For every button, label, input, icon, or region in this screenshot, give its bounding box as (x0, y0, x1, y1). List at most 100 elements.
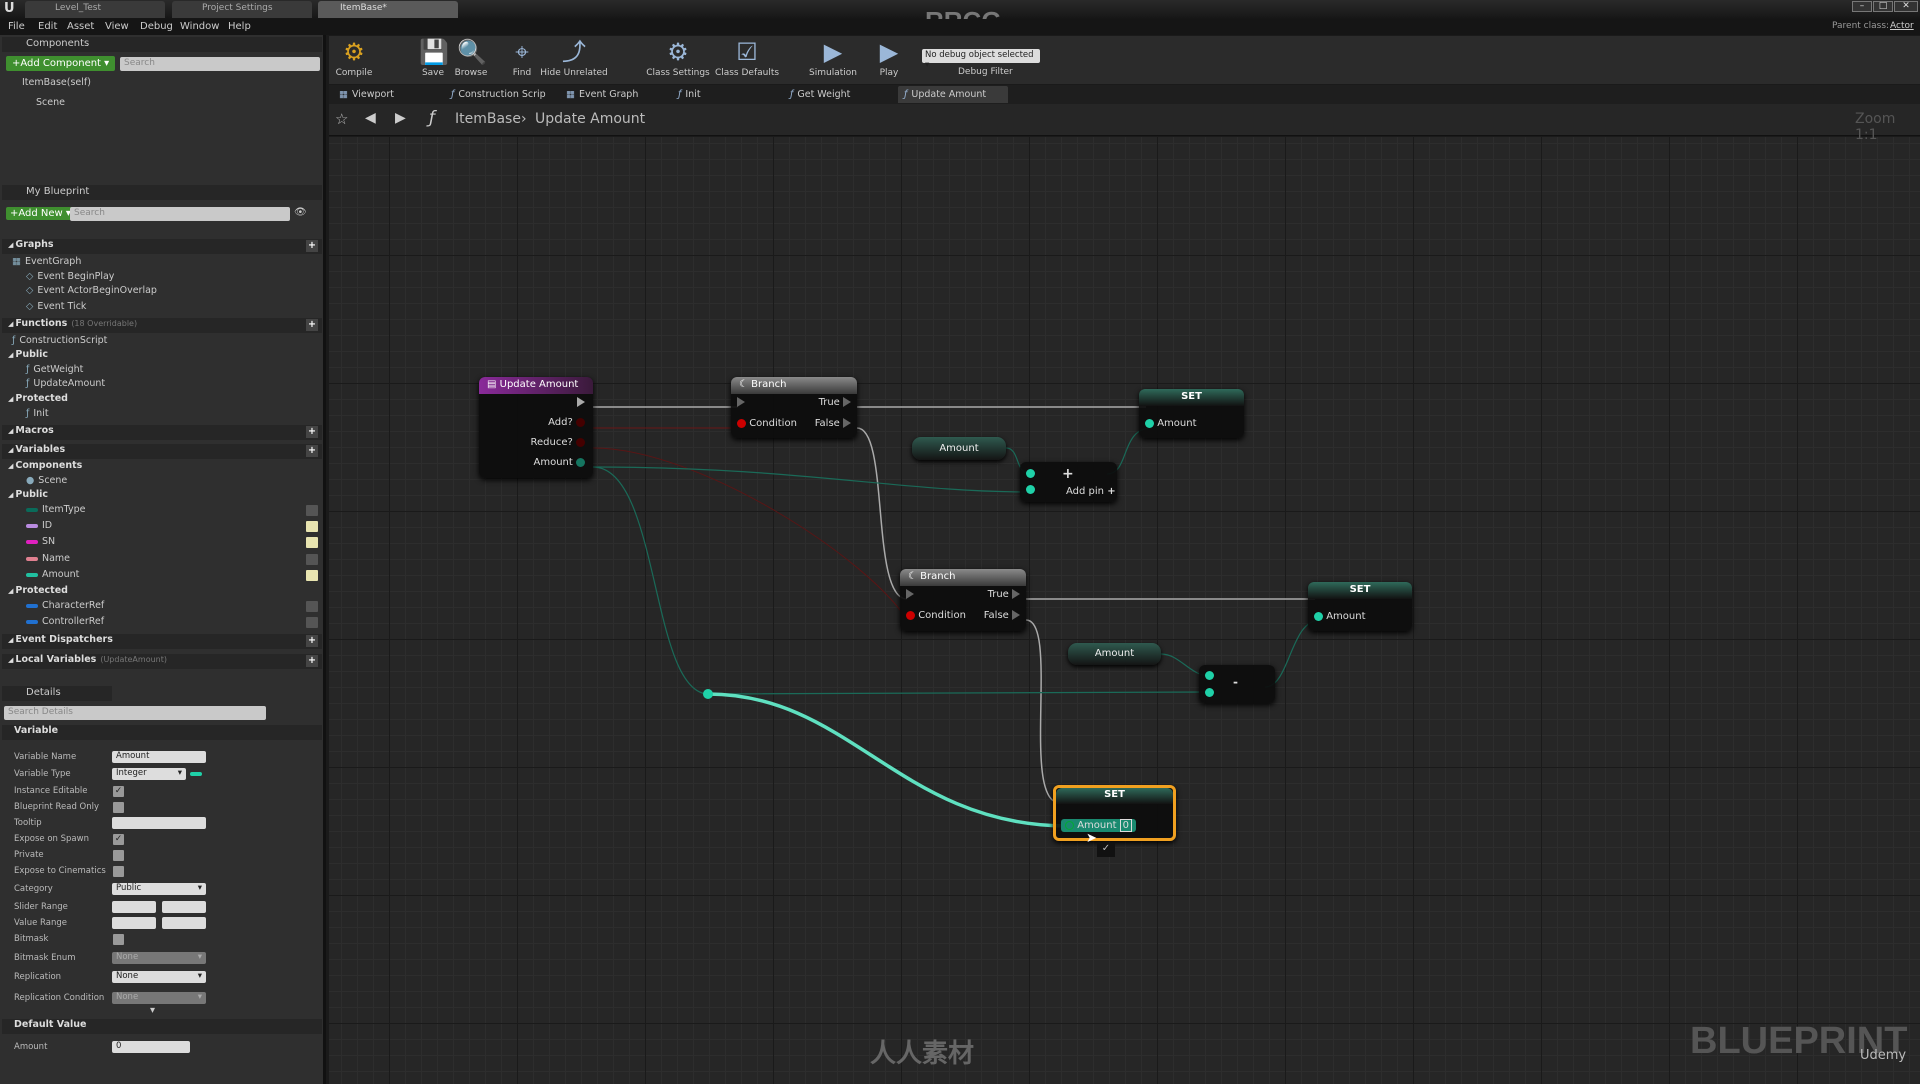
set-node-2[interactable]: SET Amount (1308, 582, 1412, 631)
collapse-arrow-icon[interactable]: ◢ (8, 587, 13, 595)
component-itembase-self[interactable]: ItemBase(self) (2, 77, 322, 92)
minimize-button[interactable]: – (1852, 1, 1872, 12)
visibility-eye-icon[interactable] (306, 617, 318, 628)
add-local-variables-plus-icon[interactable]: + (306, 655, 318, 667)
collapse-arrow-icon[interactable]: ◢ (8, 656, 13, 664)
graph-canvas[interactable]: ▤ Update Amount Add? Reduce? Amount ☾ Br… (329, 137, 1920, 1084)
collapse-arrow-icon[interactable]: ◢ (8, 636, 13, 644)
branch-node-2[interactable]: ☾ Branch True Condition False (900, 569, 1026, 631)
false-pin[interactable]: False (984, 610, 1020, 621)
my-blueprint-search-input[interactable]: Search (70, 207, 290, 221)
instance-editable-checkbox[interactable]: ✓ (113, 786, 124, 797)
replication-select[interactable]: None ▾ (112, 971, 206, 983)
private-checkbox[interactable] (113, 850, 124, 861)
section-local-variables[interactable]: ◢ Local Variables (UpdateAmount) + (2, 654, 322, 669)
graph-tab-init[interactable]: ƒ Init (672, 86, 707, 103)
close-button[interactable]: ✕ (1894, 1, 1918, 12)
collapse-arrow-icon[interactable]: ◢ (8, 241, 13, 249)
graph-tab-event-graph[interactable]: ▦ Event Graph (560, 86, 644, 103)
details-search-input[interactable]: Search Details (4, 706, 266, 720)
add-macros-plus-icon[interactable]: + (306, 426, 318, 438)
menu-view[interactable]: View (105, 21, 129, 32)
components-search-input[interactable]: Search (120, 57, 320, 71)
add-graphs-plus-icon[interactable]: + (306, 240, 318, 252)
bitmask-enum-select[interactable]: None ▾ (112, 952, 206, 964)
hide-unrelated-button[interactable]: ⤴ Hide Unrelated (540, 38, 608, 78)
collapse-arrow-icon[interactable]: ◢ (8, 320, 13, 328)
amount-input-pin[interactable]: Amount 0 (1061, 819, 1137, 832)
tree-item-event-beginplay[interactable]: ◇ Event BeginPlay (2, 271, 322, 286)
value-range-min-input[interactable] (112, 917, 156, 929)
add-new-button[interactable]: +Add New ▾ (6, 207, 75, 220)
compile-button[interactable]: ⚙ Compile (332, 38, 376, 78)
default-amount-input[interactable]: 0 (112, 1041, 190, 1053)
visibility-eye-icon[interactable] (306, 505, 318, 516)
true-pin[interactable]: True (988, 589, 1020, 600)
exec-in-pin[interactable] (906, 589, 914, 600)
tree-item-init[interactable]: ƒ Init (2, 408, 322, 423)
section-functions[interactable]: ◢ Functions (18 Overridable) + (2, 318, 322, 333)
details-section-variable[interactable]: Variable (2, 725, 322, 740)
condition-pin[interactable]: Condition (737, 418, 797, 429)
section-event-dispatchers[interactable]: ◢ Event Dispatchers + (2, 634, 322, 649)
variable-type-select[interactable]: Integer ▾ (112, 768, 186, 780)
expose-to-cinematics-checkbox[interactable] (113, 866, 124, 877)
function-entry-node[interactable]: ▤ Update Amount Add? Reduce? Amount (479, 377, 593, 478)
menu-asset[interactable]: Asset (67, 21, 94, 32)
graph-tab-viewport[interactable]: ▦ Viewport (333, 86, 400, 103)
doc-tab-project-settings[interactable]: Project Settings (172, 1, 312, 18)
add-pin[interactable]: Add? (548, 417, 585, 428)
graph-tab-construction-scrip[interactable]: ƒ Construction Scrip (445, 86, 552, 103)
section-graphs[interactable]: ◢ Graphs + (2, 239, 322, 254)
set-node-3-selected[interactable]: SET Amount 0 (1053, 785, 1176, 841)
add-event-dispatchers-plus-icon[interactable]: + (306, 635, 318, 647)
add-component-button[interactable]: +Add Component ▾ (6, 56, 116, 71)
slider-range-max-input[interactable] (162, 901, 206, 913)
maximize-button[interactable]: □ (1873, 1, 1893, 12)
subcategory-components[interactable]: ◢ Components (2, 460, 322, 475)
menu-window[interactable]: Window (180, 21, 219, 32)
tree-item-eventgraph[interactable]: ▦ EventGraph (2, 256, 322, 271)
collapse-arrow-icon[interactable]: ◢ (8, 395, 13, 403)
exec-in-pin[interactable] (737, 397, 745, 408)
input-a-pin[interactable] (1205, 671, 1214, 680)
add-variables-plus-icon[interactable]: + (306, 445, 318, 457)
value-range-max-input[interactable] (162, 917, 206, 929)
tooltip-input[interactable] (112, 817, 206, 829)
reduce-pin[interactable]: Reduce? (531, 437, 585, 448)
find-button[interactable]: ⌖ Find (500, 38, 544, 78)
amount-value-box[interactable]: 0 (1119, 819, 1133, 832)
variable-id[interactable]: ID (2, 520, 322, 535)
variable-name[interactable]: Name (2, 553, 322, 568)
simulation-button[interactable]: ▶ Simulation (799, 38, 867, 78)
amount-input-pin[interactable]: Amount (1145, 418, 1196, 429)
visibility-eye-icon[interactable] (306, 570, 318, 581)
collapse-arrow-icon[interactable]: ◢ (8, 446, 13, 454)
get-amount-node-2[interactable]: Amount (1068, 643, 1161, 665)
input-a-pin[interactable] (1026, 469, 1035, 478)
variable-sn[interactable]: SN (2, 536, 322, 551)
menu-edit[interactable]: Edit (38, 21, 57, 32)
section-variables[interactable]: ◢ Variables + (2, 444, 322, 459)
browse-button[interactable]: 🔍 Browse (449, 38, 493, 78)
input-b-pin[interactable] (1026, 485, 1035, 494)
variable-amount[interactable]: Amount (2, 569, 322, 584)
class-settings-button[interactable]: ⚙ Class Settings (644, 38, 712, 78)
visibility-eye-icon[interactable] (306, 537, 318, 548)
forward-arrow-icon[interactable]: ▶ (395, 110, 406, 126)
play-button[interactable]: ▶ Play (867, 38, 911, 78)
section-macros[interactable]: ◢ Macros + (2, 425, 322, 440)
add-functions-plus-icon[interactable]: + (306, 319, 318, 331)
collapse-arrow-icon[interactable]: ◢ (8, 351, 13, 359)
doc-tab-level[interactable]: Level_Test (25, 1, 165, 18)
replication-condition-select[interactable]: None ▾ (112, 992, 206, 1004)
subcategory-public[interactable]: ◢ Public (2, 489, 322, 504)
exec-out-pin[interactable] (577, 397, 585, 408)
view-options-eye-icon[interactable]: 👁 (294, 207, 307, 218)
back-arrow-icon[interactable]: ◀ (365, 110, 376, 126)
parent-class-link[interactable]: Actor (1890, 21, 1914, 31)
subtract-node[interactable]: - (1199, 665, 1275, 703)
true-pin[interactable]: True (819, 397, 851, 408)
category-select[interactable]: Public ▾ (112, 883, 206, 895)
variable-itemtype[interactable]: ItemType (2, 504, 322, 519)
